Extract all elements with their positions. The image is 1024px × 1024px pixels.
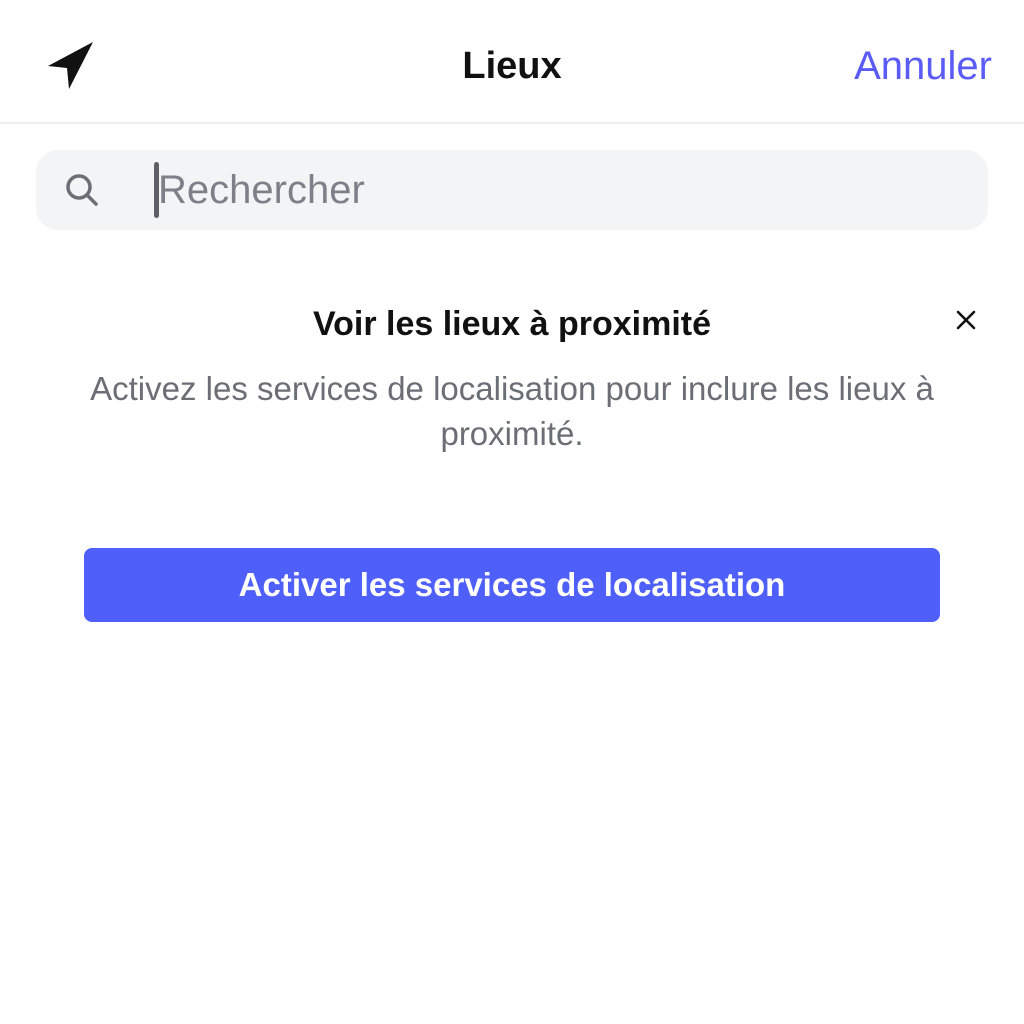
places-screen: Lieux Annuler Voir les lieux à proximité… <box>0 0 1024 1024</box>
enable-location-services-label: Activer les services de localisation <box>238 566 786 603</box>
search-input[interactable] <box>158 160 958 220</box>
enable-location-services-button[interactable]: Activer les services de localisation <box>84 548 940 622</box>
header-bar: Lieux Annuler <box>0 0 1024 124</box>
search-bar[interactable] <box>36 150 988 230</box>
cancel-button[interactable]: Annuler <box>854 40 992 92</box>
search-icon <box>66 174 98 206</box>
prompt-title: Voir les lieux à proximité <box>312 305 712 343</box>
dismiss-button[interactable] <box>946 300 986 340</box>
prompt-description: Activez les services de localisation pou… <box>90 370 934 452</box>
close-icon <box>956 310 976 330</box>
